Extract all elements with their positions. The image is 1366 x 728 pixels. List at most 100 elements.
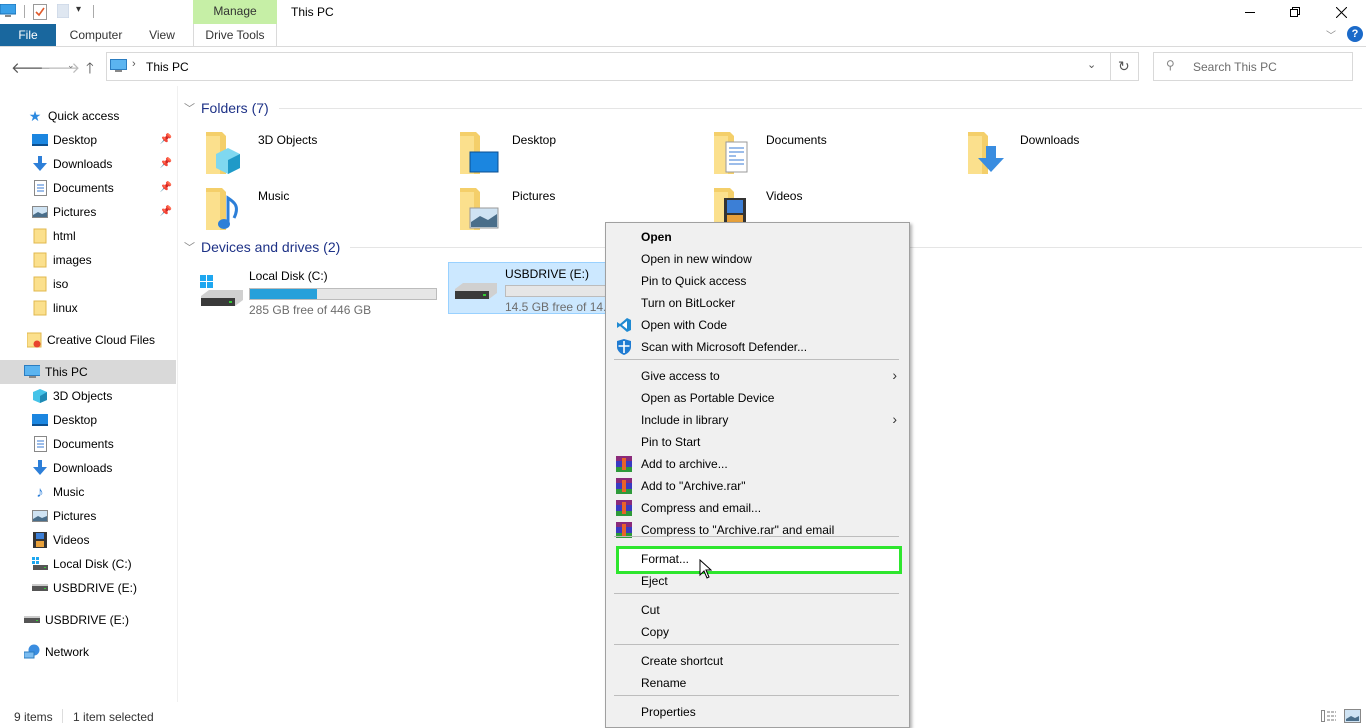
menu-item-compress-and-email[interactable]: Compress and email...	[608, 497, 907, 519]
breadcrumb-this-pc[interactable]: This PC	[146, 60, 189, 74]
sidebar-item-label: Documents	[53, 437, 114, 451]
menu-item-format[interactable]: Format...	[608, 548, 907, 570]
details-view-button[interactable]	[1321, 710, 1337, 725]
folder-tile-documents[interactable]: Documents	[712, 128, 952, 180]
menu-item-give-access-to[interactable]: Give access to ›	[608, 365, 907, 387]
folder-tile-downloads[interactable]: Downloads	[966, 128, 1206, 180]
sidebar-item-quick-access[interactable]: ★ Quick access	[0, 104, 176, 128]
sidebar-item-3d-objects[interactable]: 3D Objects	[0, 384, 176, 408]
customize-qat-icon[interactable]: ▾	[76, 4, 81, 15]
menu-item-label: Copy	[641, 625, 670, 639]
sidebar-item-label: Documents	[53, 181, 114, 195]
menu-item-label: Add to archive...	[641, 457, 728, 471]
menu-item-add-to-archive[interactable]: Add to archive...	[608, 453, 907, 475]
sidebar-item-pictures[interactable]: Pictures 📌	[0, 200, 176, 224]
menu-item-rename[interactable]: Rename	[608, 672, 907, 694]
tab-file[interactable]: File	[0, 24, 56, 46]
menu-item-add-to-archive-rar[interactable]: Add to "Archive.rar"	[608, 475, 907, 497]
manage-contextual-tab[interactable]: Manage	[193, 0, 277, 24]
sidebar-item-local-disk[interactable]: Local Disk (C:)	[0, 552, 176, 576]
menu-item-properties[interactable]: Properties	[608, 701, 907, 723]
new-folder-icon[interactable]	[56, 3, 70, 21]
menu-item-label: Add to "Archive.rar"	[641, 479, 746, 493]
menu-item-open-as-portable-device[interactable]: Open as Portable Device	[608, 387, 907, 409]
address-bar[interactable]: › This PC ⌄ ↻	[106, 52, 1139, 81]
sidebar-item-desktop[interactable]: Desktop	[0, 408, 176, 432]
mouse-cursor-icon	[699, 559, 712, 579]
3d-objects-folder-icon	[206, 132, 240, 174]
sidebar-item-network[interactable]: Network	[0, 640, 176, 664]
menu-item-eject[interactable]: Eject	[608, 570, 907, 592]
tab-view[interactable]: View	[140, 24, 184, 46]
menu-item-scan-with-microsoft-defender[interactable]: Scan with Microsoft Defender...	[608, 336, 907, 358]
item-count: 9 items	[14, 710, 53, 724]
pin-icon[interactable]: 📌	[160, 134, 172, 145]
drive-tile-usb[interactable]: USBDRIVE (E:) 14.5 GB free of 14.5 GB	[448, 262, 608, 314]
sidebar-item-label: Local Disk (C:)	[53, 557, 132, 571]
collapse-chevron-icon[interactable]: ﹀	[184, 239, 195, 255]
address-dropdown-icon[interactable]: ⌄	[1087, 58, 1096, 71]
menu-item-label: Properties	[641, 705, 696, 719]
menu-item-open-with-code[interactable]: Open with Code	[608, 314, 907, 336]
network-icon	[24, 644, 40, 660]
pin-icon[interactable]: 📌	[160, 158, 172, 169]
folder-label: Documents	[766, 133, 827, 147]
properties-icon[interactable]	[33, 4, 47, 23]
refresh-icon[interactable]: ↻	[1118, 58, 1130, 75]
qat-divider	[93, 5, 94, 18]
menu-item-copy[interactable]: Copy	[608, 621, 907, 643]
menu-item-cut[interactable]: Cut	[608, 599, 907, 621]
search-input[interactable]: ⚲ Search This PC	[1153, 52, 1353, 81]
drive-usage-fill	[250, 289, 317, 299]
sidebar-item-downloads[interactable]: Downloads 📌	[0, 152, 176, 176]
menu-item-compress-to-archive-rar-and-email[interactable]: Compress to "Archive.rar" and email	[608, 519, 907, 541]
menu-item-open-in-new-window[interactable]: Open in new window	[608, 248, 907, 270]
folder-tile-music[interactable]: Music	[204, 184, 444, 236]
menu-item-pin-to-start[interactable]: Pin to Start	[608, 431, 907, 453]
folder-tile-desktop[interactable]: Desktop	[458, 128, 698, 180]
folder-icon	[32, 228, 48, 244]
pin-icon[interactable]: 📌	[160, 206, 172, 217]
folder-tile-3d-objects[interactable]: 3D Objects	[204, 128, 444, 180]
sidebar-item-downloads[interactable]: Downloads	[0, 456, 176, 480]
sidebar-item-linux[interactable]: linux	[0, 296, 176, 320]
sidebar-item-pictures[interactable]: Pictures	[0, 504, 176, 528]
sidebar-item-this-pc[interactable]: This PC	[0, 360, 176, 384]
up-button[interactable]: 🡑	[86, 58, 94, 83]
sidebar-item-html[interactable]: html	[0, 224, 176, 248]
folders-group-header[interactable]: ﹀ Folders (7)	[184, 97, 1362, 119]
large-icons-view-button[interactable]	[1344, 709, 1361, 726]
sidebar-item-music[interactable]: ♪ Music	[0, 480, 176, 504]
menu-item-pin-to-quick-access[interactable]: Pin to Quick access	[608, 270, 907, 292]
sidebar-item-images[interactable]: images	[0, 248, 176, 272]
menu-item-open[interactable]: Open	[608, 226, 907, 248]
sidebar-item-documents[interactable]: Documents	[0, 432, 176, 456]
drive-tile-local-disk[interactable]: Local Disk (C:) 285 GB free of 446 GB	[197, 262, 442, 317]
menu-item-include-in-library[interactable]: Include in library ›	[608, 409, 907, 431]
sidebar-item-iso[interactable]: iso	[0, 272, 176, 296]
menu-item-create-shortcut[interactable]: Create shortcut	[608, 650, 907, 672]
sidebar-item-label: Downloads	[53, 157, 113, 171]
recent-locations-button[interactable]: ⌄	[67, 60, 75, 71]
tab-drive-tools[interactable]: Drive Tools	[193, 24, 277, 46]
sidebar-item-creative-cloud[interactable]: Creative Cloud Files	[0, 328, 176, 352]
music-folder-icon	[206, 188, 238, 230]
drive-name: USBDRIVE (E:)	[505, 267, 590, 281]
sidebar-item-desktop[interactable]: Desktop 📌	[0, 128, 176, 152]
pin-icon[interactable]: 📌	[160, 182, 172, 193]
close-button[interactable]	[1318, 0, 1364, 24]
sidebar-item-usb-drive[interactable]: USBDRIVE (E:)	[0, 576, 176, 600]
sidebar-item-videos[interactable]: Videos	[0, 528, 176, 552]
minimize-button[interactable]	[1227, 0, 1273, 24]
sidebar-item-usb-root[interactable]: USBDRIVE (E:)	[0, 608, 176, 632]
help-icon[interactable]: ?	[1347, 26, 1363, 42]
expand-ribbon-icon[interactable]: ﹀	[1326, 27, 1336, 42]
collapse-chevron-icon[interactable]: ﹀	[184, 100, 195, 116]
restore-button[interactable]	[1272, 0, 1318, 24]
sidebar-item-label: Desktop	[53, 413, 98, 427]
menu-item-turn-on-bitlocker[interactable]: Turn on BitLocker	[608, 292, 907, 314]
tab-computer[interactable]: Computer	[62, 24, 130, 46]
sidebar-item-documents[interactable]: Documents 📌	[0, 176, 176, 200]
usb-drive-icon	[24, 612, 40, 628]
sidebar-item-label: Music	[53, 485, 85, 499]
